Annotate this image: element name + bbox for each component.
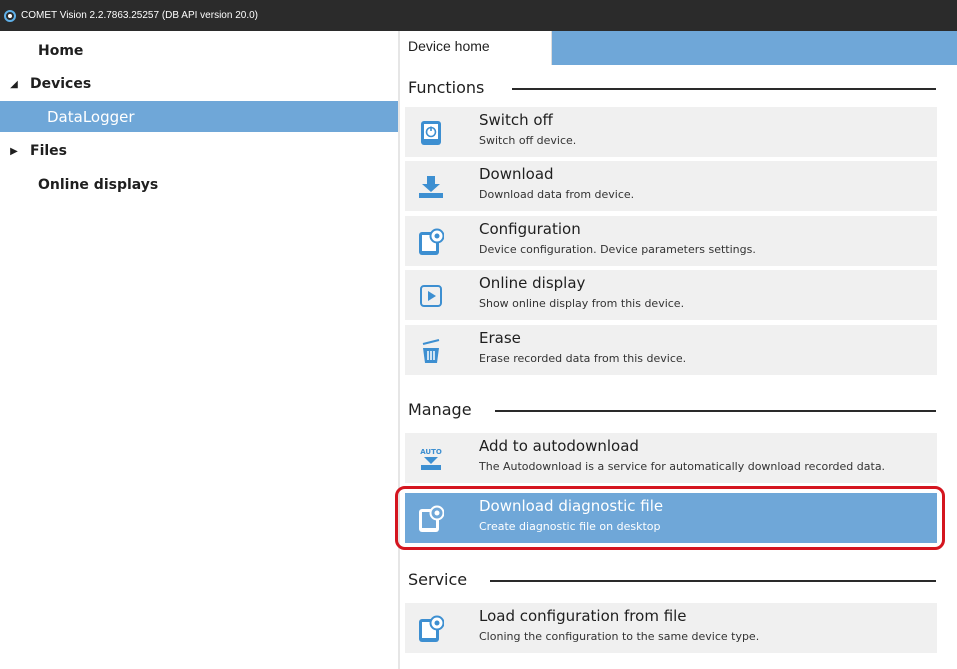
function-online-display-label: Online display [479,274,586,292]
section-manage-title: Manage [408,400,472,419]
function-download-desc: Download data from device. [479,188,635,201]
auto-download-icon: AUTO [417,445,445,473]
function-download-label: Download [479,165,554,183]
section-functions-line [512,88,936,90]
manage-add-to-autodownload[interactable]: AUTO Add to autodownload The Autodownloa… [405,433,937,483]
service-load-configuration-desc: Cloning the configuration to the same de… [479,630,760,643]
manage-download-diagnostic-file-desc: Create diagnostic file on desktop [479,520,661,533]
title-bar: COMET Vision 2.2.7863.25257 (DB API vers… [0,0,957,31]
nav-files-label: Files [30,143,67,159]
section-functions-title: Functions [408,78,484,97]
function-online-display[interactable]: Online display Show online display from … [405,270,937,320]
section-service-line [490,580,936,582]
play-icon [417,282,445,310]
section-functions-label: Functions [408,78,485,97]
section-service-title: Service [408,570,467,589]
nav-online-displays[interactable]: Online displays [0,169,398,201]
tab-device-home-label: Device home [408,38,490,54]
tab-bar: Device home [400,31,957,65]
function-configuration-label: Configuration [479,220,581,238]
nav-online-displays-label: Online displays [38,177,159,193]
nav-devices[interactable]: ◢ Devices [0,68,398,100]
function-erase-desc: Erase recorded data from this device. [479,352,687,365]
section-service-label: Service [408,570,468,589]
manage-download-diagnostic-file[interactable]: Download diagnostic file Create diagnost… [405,493,937,543]
section-manage-line [495,410,936,412]
manage-add-to-autodownload-desc: The Autodownload is a service for automa… [479,460,886,473]
nav-files[interactable]: ▶ Files [0,135,398,167]
auto-download-icon-text: AUTO [420,448,442,456]
power-icon [417,119,445,147]
service-load-configuration[interactable]: Load configuration from file Cloning the… [405,603,937,653]
collapsed-triangle-icon[interactable]: ▶ [4,146,24,157]
configuration-icon [417,615,445,643]
nav-home-label: Home [38,43,84,59]
tab-device-home[interactable]: Device home [400,31,552,65]
configuration-icon [417,505,445,533]
configuration-icon [417,228,445,256]
function-configuration-desc: Device configuration. Device parameters … [479,243,756,256]
service-load-configuration-label: Load configuration from file [479,607,687,625]
expanded-triangle-icon[interactable]: ◢ [4,79,24,90]
section-manage-label: Manage [408,400,472,419]
nav-datalogger[interactable]: DataLogger [0,101,398,132]
manage-add-to-autodownload-label: Add to autodownload [479,437,639,455]
app-logo-icon [4,9,16,22]
function-configuration[interactable]: Configuration Device configuration. Devi… [405,216,937,266]
function-erase-label: Erase [479,329,521,347]
download-icon [417,173,445,201]
nav-devices-label: Devices [30,76,92,92]
manage-download-diagnostic-file-label: Download diagnostic file [479,497,664,515]
function-switch-off-desc: Switch off device. [479,134,577,147]
trash-icon [417,337,445,365]
navigation-tree: Home ◢ Devices DataLogger ▶ Files Online… [0,31,398,669]
nav-home[interactable]: Home [0,35,398,67]
device-home-panel: Device home Functions Switch off Switch … [400,31,957,669]
nav-datalogger-label: DataLogger [47,107,135,126]
window-title: COMET Vision 2.2.7863.25257 (DB API vers… [21,10,258,21]
function-download[interactable]: Download Download data from device. [405,161,937,211]
function-switch-off[interactable]: Switch off Switch off device. [405,107,937,157]
function-erase[interactable]: Erase Erase recorded data from this devi… [405,325,937,375]
function-switch-off-label: Switch off [479,111,553,129]
function-online-display-desc: Show online display from this device. [479,297,685,310]
